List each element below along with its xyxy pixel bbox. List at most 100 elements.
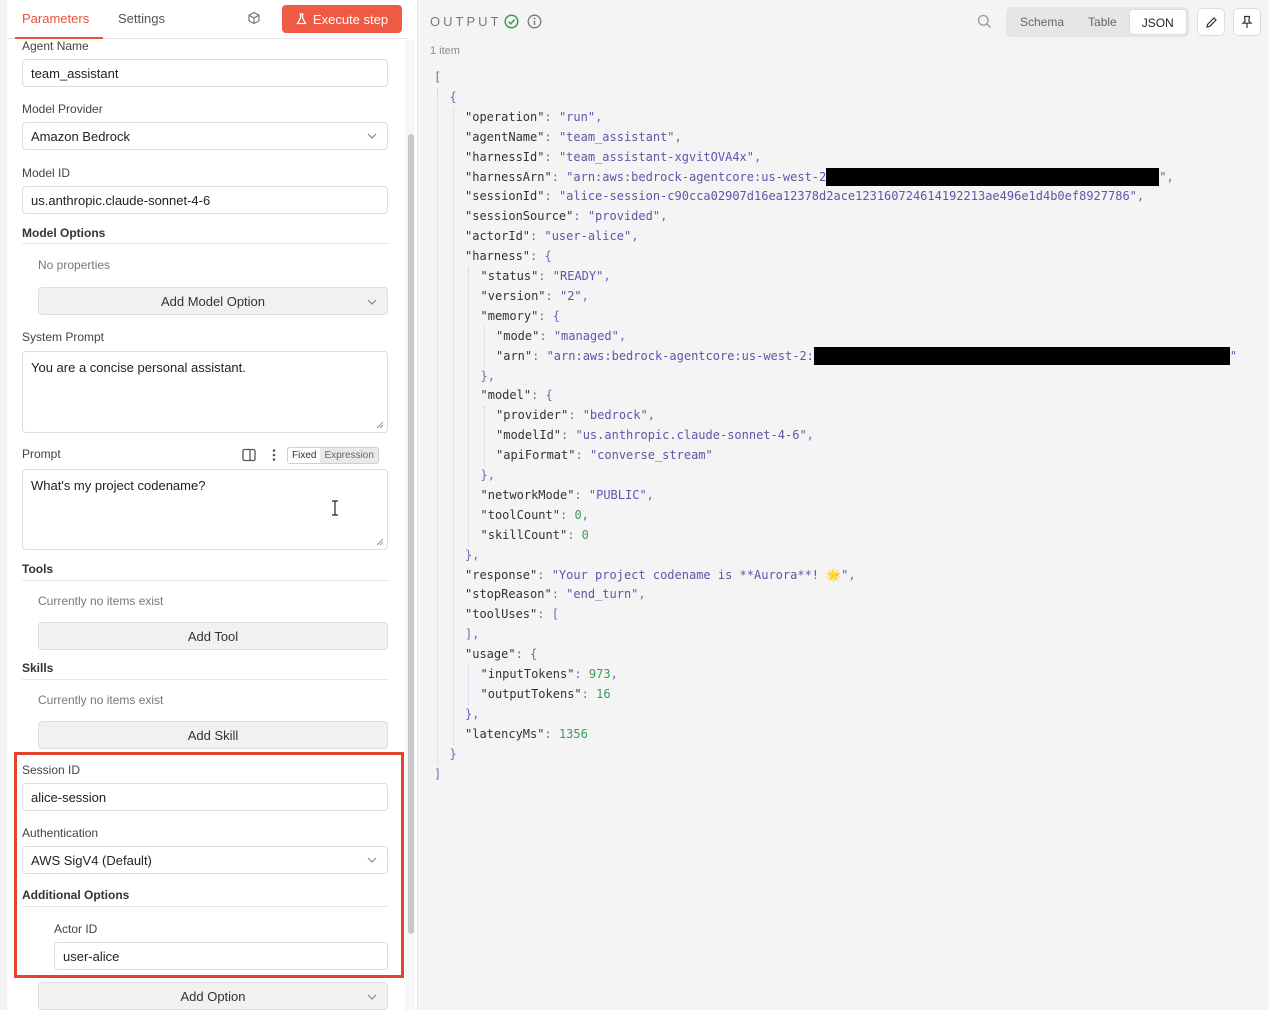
- view-schema[interactable]: Schema: [1008, 9, 1076, 35]
- chevron-down-icon: [367, 299, 377, 305]
- pin-button[interactable]: [1233, 8, 1261, 36]
- fixed-expression-toggle: Fixed Expression: [287, 447, 379, 464]
- json-punct: :: [551, 587, 567, 602]
- json-punct: :: [544, 726, 559, 741]
- mode-expression[interactable]: Expression: [320, 448, 378, 463]
- panel-toggle-icon[interactable]: [242, 448, 256, 462]
- json-key: "toolUses": [465, 607, 538, 622]
- add-skill-button[interactable]: Add Skill: [38, 721, 388, 749]
- json-punct: :: [559, 507, 575, 522]
- edit-button[interactable]: [1197, 8, 1225, 36]
- skills-empty: Currently no items exist: [38, 693, 164, 707]
- skills-label: Skills: [22, 661, 54, 675]
- json-punct: ,: [660, 209, 668, 224]
- json-string: "provided": [587, 209, 661, 224]
- json-key: "toolCount": [480, 507, 560, 522]
- model-id-input[interactable]: us.anthropic.claude-sonnet-4-6: [22, 186, 388, 214]
- info-icon[interactable]: [527, 14, 542, 29]
- json-number: 0: [581, 527, 589, 542]
- json-punct: : {: [538, 308, 560, 323]
- resize-handle-icon[interactable]: [376, 421, 384, 429]
- json-punct: :: [545, 288, 560, 303]
- json-string: "managed": [553, 328, 619, 343]
- model-provider-select[interactable]: Amazon Bedrock: [22, 122, 388, 150]
- view-switcher: Schema Table JSON: [1006, 7, 1189, 37]
- json-string: "team_assistant-xgvitOVA4x": [558, 149, 755, 164]
- json-punct: :: [573, 209, 588, 224]
- system-prompt-textarea[interactable]: You are a concise personal assistant.: [22, 351, 388, 433]
- json-key: "modelId": [496, 428, 562, 443]
- prompt-label: Prompt: [22, 447, 61, 461]
- view-table[interactable]: Table: [1076, 9, 1129, 35]
- json-string: "team_assistant": [558, 129, 675, 144]
- json-punct: :: [551, 169, 567, 184]
- add-tool-button[interactable]: Add Tool: [38, 622, 388, 650]
- item-count: 1 item: [430, 45, 460, 57]
- json-punct: }: [449, 746, 457, 761]
- tab-settings[interactable]: Settings: [118, 11, 165, 26]
- json-punct: :: [537, 567, 552, 582]
- json-key: "arn": [496, 348, 533, 363]
- json-punct: ]: [434, 766, 442, 781]
- parameters-panel: Parameters Settings Execute step Agent N…: [0, 0, 418, 1010]
- json-line: "operation": "run",: [465, 108, 602, 126]
- section-divider: [22, 580, 388, 581]
- execute-step-button[interactable]: Execute step: [282, 5, 402, 33]
- agent-name-input[interactable]: team_assistant: [22, 59, 388, 87]
- json-key: "operation": [465, 109, 545, 124]
- view-json[interactable]: JSON: [1128, 9, 1187, 35]
- system-prompt-value: You are a concise personal assistant.: [31, 360, 246, 375]
- expand-icon[interactable]: [376, 538, 384, 546]
- cube-icon[interactable]: [247, 11, 261, 25]
- json-key: "memory": [480, 308, 539, 323]
- json-punct: ,: [806, 428, 814, 443]
- search-icon[interactable]: [977, 14, 992, 29]
- json-line: },: [481, 367, 495, 385]
- json-punct: ,: [581, 507, 589, 522]
- json-line: "networkMode": "PUBLIC",: [481, 486, 654, 504]
- json-punct: },: [480, 368, 495, 383]
- json-punct: :: [544, 189, 559, 204]
- json-punct: :: [575, 448, 590, 463]
- chevron-down-icon: [367, 994, 377, 1000]
- add-option-label: Add Option: [180, 988, 246, 1004]
- json-string: "user-alice": [544, 229, 632, 244]
- json-string: "arn:aws:bedrock-agentcore:us-west-2:: [546, 348, 814, 363]
- add-model-option-button[interactable]: Add Model Option: [38, 287, 388, 315]
- panel-edge: [0, 0, 7, 1010]
- json-line: "mode": "managed",: [496, 327, 626, 345]
- json-line: "skillCount": 0: [481, 526, 589, 544]
- add-option-button[interactable]: Add Option: [38, 982, 388, 1010]
- json-string: "PUBLIC": [588, 487, 647, 502]
- json-punct: ,: [638, 587, 646, 602]
- json-string: "run": [558, 109, 596, 124]
- json-line: "toolCount": 0,: [481, 506, 589, 524]
- json-key: "model": [480, 388, 532, 403]
- json-key: "mode": [496, 328, 540, 343]
- success-check-icon: [504, 14, 519, 29]
- json-line: },: [465, 705, 479, 723]
- json-key: "version": [480, 288, 546, 303]
- model-provider-label: Model Provider: [22, 102, 103, 116]
- prompt-textarea[interactable]: What's my project codename?: [22, 469, 388, 550]
- more-vertical-icon[interactable]: [270, 448, 278, 462]
- json-punct: : {: [530, 249, 552, 264]
- json-line: },: [465, 546, 479, 564]
- json-punct: ,: [1136, 189, 1145, 204]
- json-line: },: [481, 466, 495, 484]
- mode-fixed[interactable]: Fixed: [288, 448, 321, 463]
- json-line: "sessionId": "alice-session-c90cca02907d…: [465, 187, 1144, 205]
- pencil-icon: [1205, 16, 1217, 28]
- json-key: "usage": [465, 647, 516, 662]
- json-line: "harnessId": "team_assistant-xgvitOVA4x"…: [465, 148, 761, 166]
- json-number: 16: [596, 686, 611, 701]
- json-punct: :: [561, 428, 576, 443]
- tab-parameters[interactable]: Parameters: [22, 11, 89, 26]
- json-string: "end_turn": [566, 587, 639, 602]
- indent-guide: [468, 665, 469, 705]
- tools-label: Tools: [22, 562, 54, 576]
- json-line: "harness": {: [465, 247, 552, 265]
- scrollbar-thumb[interactable]: [408, 134, 414, 934]
- json-line: ]: [434, 765, 441, 783]
- json-line: "outputTokens": 16: [481, 685, 611, 703]
